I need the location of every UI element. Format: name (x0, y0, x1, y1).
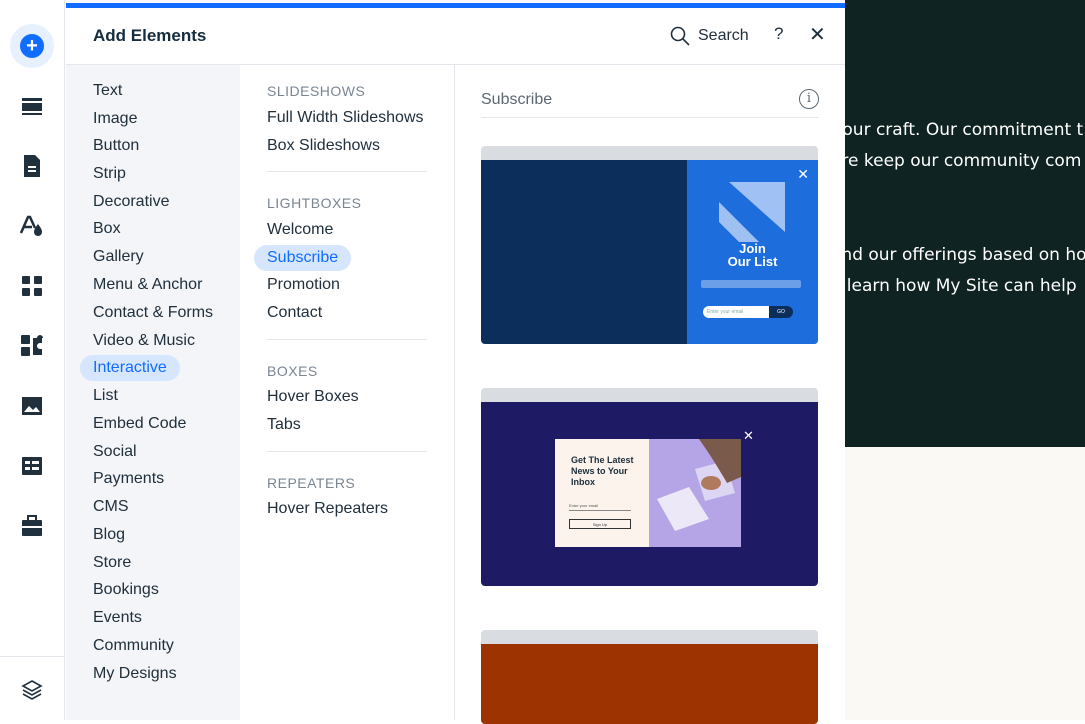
category-bookings[interactable]: Bookings (80, 577, 172, 603)
category-button[interactable]: Button (80, 133, 152, 159)
category-community[interactable]: Community (80, 633, 187, 659)
email-field (569, 510, 631, 511)
category-text[interactable]: Text (80, 78, 135, 104)
item-welcome[interactable]: Welcome (254, 217, 346, 243)
rail-divider (0, 656, 64, 657)
pages-button[interactable] (8, 144, 56, 188)
lightbox-popup: ✕ Join Our List Enter your email GO (687, 160, 818, 344)
section-title-lightboxes: LIGHTBOXES (267, 195, 362, 211)
preview-header: Subscribe i (481, 89, 819, 118)
media-icon (22, 397, 42, 415)
category-list-item[interactable]: List (80, 383, 131, 409)
section-divider (267, 339, 427, 340)
item-box-slideshows[interactable]: Box Slideshows (254, 133, 393, 159)
go-button: GO (769, 306, 793, 318)
cms-button[interactable] (8, 444, 56, 488)
subscribe-preview-card-3[interactable] (481, 630, 818, 724)
category-box[interactable]: Box (80, 216, 134, 242)
category-decorative[interactable]: Decorative (80, 189, 182, 215)
preview-title: Subscribe (481, 91, 553, 108)
business-button[interactable] (8, 504, 56, 548)
item-hover-repeaters[interactable]: Hover Repeaters (254, 496, 401, 522)
category-contact-forms[interactable]: Contact & Forms (80, 300, 226, 326)
item-promotion[interactable]: Promotion (254, 272, 353, 298)
category-image[interactable]: Image (80, 106, 150, 132)
popup-description (701, 280, 801, 288)
email-field: Enter your email (703, 306, 769, 318)
category-menu-anchor[interactable]: Menu & Anchor (80, 272, 215, 298)
app-market-button[interactable] (8, 324, 56, 368)
subcategory-list: SLIDESHOWS Full Width Slideshows Box Sli… (240, 65, 455, 720)
sections-button[interactable] (8, 84, 56, 128)
lightbox-popup: Get The Latest News to Your Inbox Enter … (555, 439, 741, 547)
cms-icon (22, 457, 42, 475)
close-icon: ✕ (743, 428, 754, 443)
panel-header: Add Elements Search ? ✕ (66, 8, 845, 65)
apps-icon (22, 276, 42, 296)
popup-heading: Our List (727, 254, 778, 269)
site-light-section (845, 447, 1085, 720)
subscribe-preview-card-2[interactable]: Get The Latest News to Your Inbox Enter … (481, 388, 818, 586)
section-divider (267, 451, 427, 452)
business-icon (22, 515, 42, 536)
category-payments[interactable]: Payments (80, 466, 177, 492)
item-hover-boxes[interactable]: Hover Boxes (254, 384, 372, 410)
category-events[interactable]: Events (80, 605, 155, 631)
layers-button[interactable] (8, 668, 56, 712)
item-contact[interactable]: Contact (254, 300, 335, 326)
sign-up-button: Sign Up (569, 519, 631, 529)
item-full-width-slideshows[interactable]: Full Width Slideshows (254, 105, 437, 131)
info-icon[interactable]: i (799, 89, 819, 109)
add-elements-button[interactable]: + (8, 24, 56, 68)
category-my-designs[interactable]: My Designs (80, 661, 190, 687)
app-market-icon (21, 335, 43, 356)
search-label: Search (698, 27, 749, 44)
category-store[interactable]: Store (80, 550, 144, 576)
section-title-boxes: BOXES (267, 363, 318, 379)
close-icon: ✕ (797, 166, 809, 182)
paper-hands-image (649, 439, 741, 547)
category-strip[interactable]: Strip (80, 161, 139, 187)
category-blog[interactable]: Blog (80, 522, 138, 548)
apps-button[interactable] (8, 264, 56, 308)
add-elements-panel: Add Elements Search ? ✕ Text Image Butto… (66, 8, 845, 724)
popup-heading: Get The Latest News to Your Inbox (571, 455, 634, 487)
category-social[interactable]: Social (80, 439, 150, 465)
site-text-line: o learn how My Site can help (831, 276, 1077, 296)
search-icon (670, 26, 690, 46)
site-canvas: f our craft. Our commitment t are keep o… (831, 0, 1085, 720)
section-divider (267, 171, 427, 172)
category-cms[interactable]: CMS (80, 494, 142, 520)
preview-column: Subscribe i ✕ Join Our List Enter your e… (455, 65, 845, 724)
panel-title: Add Elements (93, 26, 207, 45)
category-list: Text Image Button Strip Decorative Box G… (66, 65, 240, 720)
popup-image (649, 439, 741, 547)
pages-icon (24, 155, 40, 177)
design-icon (20, 215, 42, 236)
search-button[interactable]: Search (670, 24, 749, 48)
site-dark-section (845, 0, 1085, 447)
subscribe-preview-card-1[interactable]: ✕ Join Our List Enter your email GO (481, 146, 818, 344)
sections-icon (22, 98, 42, 115)
arrow-graphic (719, 182, 785, 242)
site-text-line: are keep our community com (831, 151, 1082, 171)
site-text-line: f our craft. Our commitment t (831, 120, 1084, 140)
close-button[interactable]: ✕ (809, 22, 826, 47)
category-embed-code[interactable]: Embed Code (80, 411, 199, 437)
help-button[interactable]: ? (774, 24, 783, 44)
item-tabs[interactable]: Tabs (254, 412, 314, 438)
left-rail: + (0, 0, 65, 720)
section-title-repeaters: REPEATERS (267, 475, 356, 491)
add-icon: + (20, 34, 44, 58)
category-video-music[interactable]: Video & Music (80, 328, 208, 354)
media-button[interactable] (8, 384, 56, 428)
design-button[interactable] (8, 204, 56, 248)
layers-icon (21, 680, 43, 700)
category-interactive[interactable]: Interactive (80, 355, 180, 381)
item-subscribe[interactable]: Subscribe (254, 245, 352, 271)
site-text-line: and our offerings based on ho (831, 245, 1085, 265)
section-title-slideshows: SLIDESHOWS (267, 83, 366, 99)
email-label: Enter your email (569, 503, 599, 508)
category-gallery[interactable]: Gallery (80, 244, 157, 270)
